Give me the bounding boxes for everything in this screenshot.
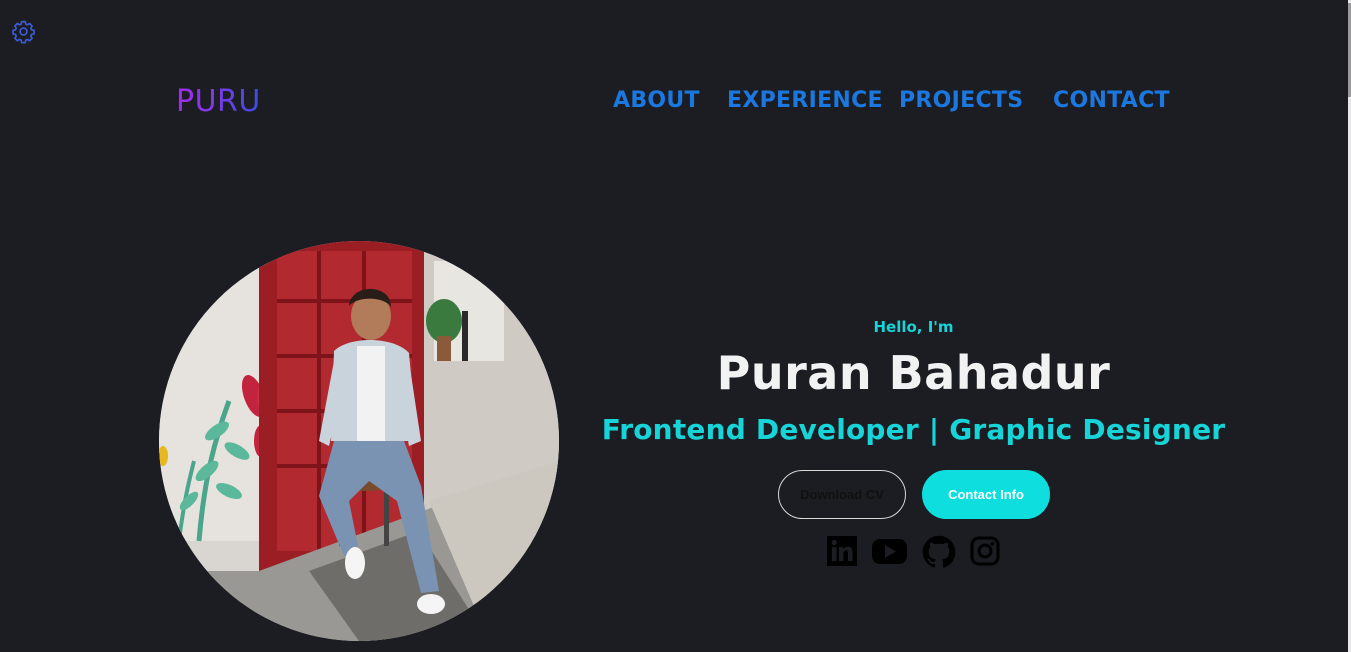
nav-projects[interactable]: PROJECTS <box>899 88 1023 113</box>
greeting-text: Hello, I'm <box>873 318 954 336</box>
gear-icon[interactable] <box>11 19 36 44</box>
portfolio-page: PURU ABOUT EXPERIENCE PROJECTS CONTACT H… <box>0 0 1351 652</box>
linkedin-icon[interactable] <box>826 535 858 567</box>
main-nav: ABOUT EXPERIENCE PROJECTS CONTACT <box>0 88 1351 118</box>
youtube-icon[interactable] <box>871 535 908 567</box>
profile-photo <box>159 241 559 641</box>
hero-role: Frontend Developer | Graphic Designer <box>601 413 1226 446</box>
hero-name: Puran Bahadur <box>716 346 1111 400</box>
nav-about[interactable]: ABOUT <box>613 88 700 113</box>
github-icon[interactable] <box>922 535 956 568</box>
contact-info-button[interactable]: Contact Info <box>922 470 1050 519</box>
nav-contact[interactable]: CONTACT <box>1053 88 1170 113</box>
download-cv-button[interactable]: Download CV <box>778 470 906 519</box>
nav-experience[interactable]: EXPERIENCE <box>727 88 883 113</box>
instagram-icon[interactable] <box>969 535 1001 567</box>
